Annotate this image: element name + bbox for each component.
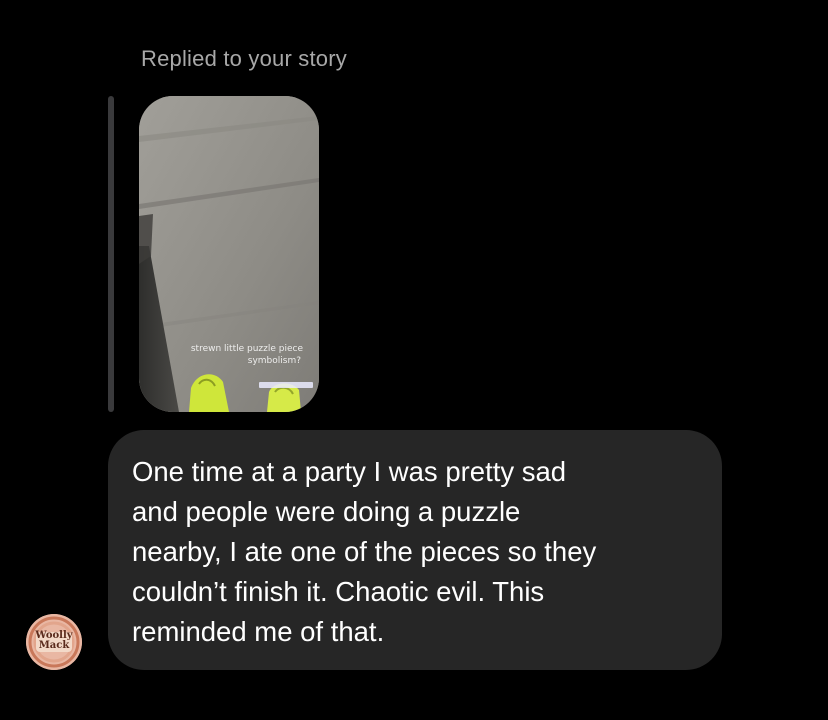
reply-quote-bar <box>108 96 114 412</box>
sender-avatar[interactable]: Woolly Mack <box>26 614 82 670</box>
story-caption: strewn little puzzle piece symbolism? <box>139 343 311 367</box>
story-thumbnail[interactable]: strewn little puzzle piece symbolism? <box>139 96 319 412</box>
message-bubble[interactable]: One time at a party I was pretty sad and… <box>108 430 722 670</box>
avatar-text: Woolly Mack <box>35 630 73 651</box>
reply-label: Replied to your story <box>141 46 347 71</box>
story-caption-line2: symbolism? <box>247 356 301 366</box>
story-caption-line1: strewn little puzzle piece <box>190 344 303 354</box>
story-mention-sticker <box>259 382 313 388</box>
message-text: One time at a party I was pretty sad and… <box>132 456 597 647</box>
